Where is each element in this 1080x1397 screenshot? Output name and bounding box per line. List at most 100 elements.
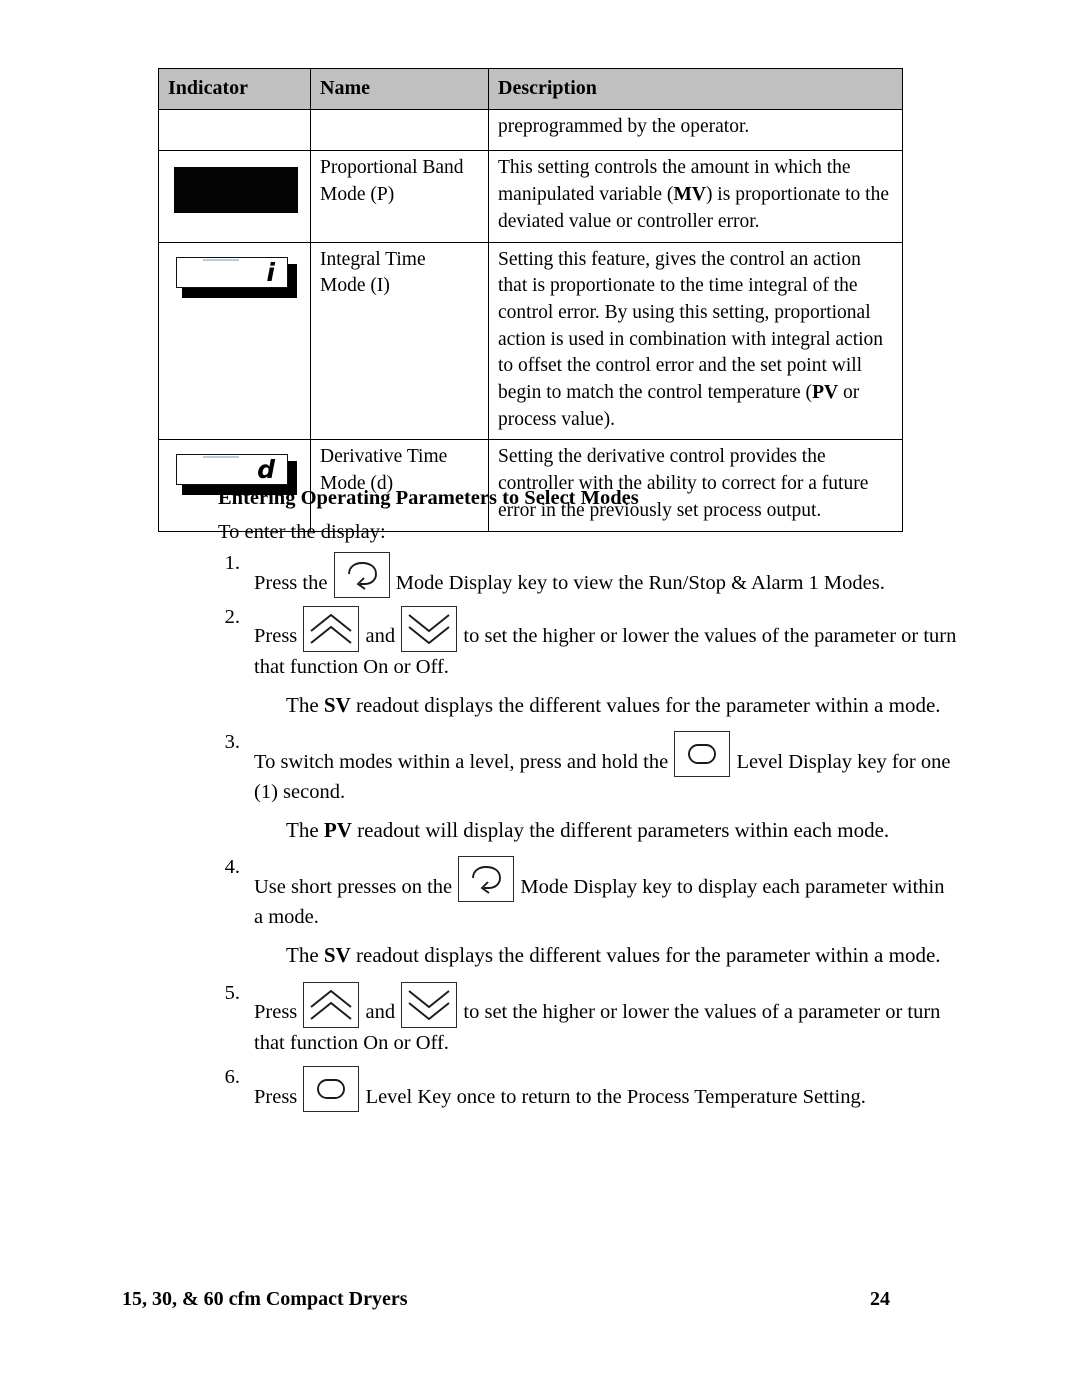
indicator-cell <box>158 150 311 243</box>
step-line-2: that function On or Off. <box>254 1031 449 1054</box>
up-arrow-key-icon[interactable] <box>303 606 360 652</box>
note-bold: SV <box>323 693 351 717</box>
parameter-indicator-table: Indicator Name Description preprogrammed… <box>158 67 903 532</box>
step-number: 5. <box>224 981 240 1004</box>
section-intro: To enter the display: <box>218 521 386 543</box>
list-item: 4. Use short presses on the Mode Display… <box>218 856 970 932</box>
document-page: Indicator Name Description preprogrammed… <box>0 0 1080 1397</box>
step-line: Press and to set the higher or lower the… <box>254 981 970 1028</box>
level-display-key-icon[interactable] <box>303 1065 360 1112</box>
column-header-indicator: Indicator <box>158 67 311 111</box>
step-body: Use short presses on the Mode Display ke… <box>254 856 970 932</box>
step-text-post: Level Key once to return to the Process … <box>365 1085 866 1108</box>
step-text-post: to set the higher or lower the values of… <box>463 625 957 647</box>
indicator-cell: i <box>158 241 311 441</box>
step-text-post: Mode Display key to view the Run/Stop & … <box>395 572 885 594</box>
sv-readout-note-2: The SV readout displays the different va… <box>286 943 970 968</box>
name-cell: Derivative Time Mode (d) <box>310 439 489 532</box>
description-text: This setting controls the amount in whic… <box>498 157 889 231</box>
step-line: Press and to set the higher or lower the… <box>254 606 970 652</box>
step-text-post: Mode Display key to display each paramet… <box>520 876 945 899</box>
note-suffix: readout displays the different values fo… <box>350 943 941 968</box>
led-glyph: d <box>257 455 275 485</box>
description-cell: This setting controls the amount in whic… <box>488 150 903 243</box>
step-text-pre: Use short presses on the <box>254 876 453 899</box>
name-cell: Integral Time Mode (I) <box>310 241 489 441</box>
step-text-pre: Press <box>254 1085 298 1108</box>
name-line-2: Mode (P) <box>320 184 395 206</box>
led-artifact <box>203 258 239 261</box>
note-prefix: The <box>286 818 324 843</box>
sv-readout-note: The SV readout displays the different va… <box>286 693 970 718</box>
step-text-pre: Press the <box>254 572 328 594</box>
emphasis-text: MV <box>673 184 706 206</box>
name-cell <box>310 109 489 152</box>
name-cell: Proportional Band Mode (P) <box>310 150 489 243</box>
led-face: d <box>176 454 288 486</box>
table-row: i Integral Time Mode (I) Setting this fe… <box>158 241 903 441</box>
step-body: Press and to set the higher or lower the… <box>254 606 970 682</box>
list-item: 1. Press the Mode Display key to view th… <box>218 552 970 598</box>
led-indicator-blank-icon <box>174 167 298 214</box>
footer-page-number: 24 <box>870 1288 890 1310</box>
led-indicator-i-icon: i <box>176 256 297 298</box>
step-number: 6. <box>224 1065 240 1088</box>
up-arrow-key-icon[interactable] <box>303 981 360 1028</box>
note-suffix: readout will display the different param… <box>351 818 890 843</box>
step-line: To switch modes within a level, press an… <box>254 731 970 778</box>
table-row: Proportional Band Mode (P) This setting … <box>158 150 903 243</box>
emphasis-text: PV <box>812 382 839 404</box>
name-line-1: Integral Time <box>320 248 426 270</box>
note-suffix: readout displays the different values fo… <box>350 693 941 717</box>
step-body: Press the Mode Display key to view the R… <box>254 552 970 598</box>
step-number: 3. <box>224 731 240 754</box>
led-indicator-d-icon: d <box>176 454 297 496</box>
step-text-pre: Press <box>254 625 298 647</box>
step-text-pre: Press <box>254 1000 298 1023</box>
note-bold: PV <box>323 818 352 843</box>
description-cell: preprogrammed by the operator. <box>488 109 903 152</box>
note-bold: SV <box>323 943 351 968</box>
name-line-2: Mode (I) <box>320 275 390 297</box>
column-header-description: Description <box>488 67 903 111</box>
table-header-row: Indicator Name Description <box>158 67 903 111</box>
mode-display-key-icon[interactable] <box>458 856 515 903</box>
step-text-mid: and <box>365 1000 396 1023</box>
name-line-1: Derivative Time <box>320 446 448 468</box>
step-body: Press Level Key once to return to the Pr… <box>254 1065 970 1112</box>
step-number: 2. <box>224 606 240 628</box>
list-item: 6. Press Level Key once to return to the… <box>218 1065 970 1112</box>
mode-display-key-icon[interactable] <box>333 552 390 598</box>
indicator-cell: d <box>158 439 311 532</box>
body-text: Setting this feature, gives the control … <box>498 248 884 404</box>
step-number: 4. <box>224 856 240 879</box>
step-line-2: a mode. <box>254 906 319 929</box>
list-item: 5. Press and to set the higher or lower … <box>218 981 970 1058</box>
led-face: i <box>176 256 288 288</box>
step-body: Press and to set the higher or lower the… <box>254 981 970 1058</box>
step-text-mid: and <box>365 625 396 647</box>
step-text-post: to set the higher or lower the values of… <box>463 1000 941 1023</box>
note-prefix: The <box>286 693 324 717</box>
step-text-post: Level Display key for one <box>736 751 951 774</box>
description-cell: Setting this feature, gives the control … <box>488 241 903 441</box>
led-glyph: i <box>266 257 275 287</box>
level-display-key-icon[interactable] <box>674 731 731 778</box>
step-line-2: that function On or Off. <box>254 656 449 678</box>
instruction-steps: 1. Press the Mode Display key to view th… <box>218 552 970 1114</box>
list-item: 2. Press and to set the higher or lower … <box>218 606 970 682</box>
indicator-cell <box>158 109 311 152</box>
description-text: Setting this feature, gives the control … <box>498 249 883 430</box>
list-item: 3. To switch modes within a level, press… <box>218 731 970 807</box>
step-line: Use short presses on the Mode Display ke… <box>254 856 970 903</box>
footer-title: 15, 30, & 60 cfm Compact Dryers <box>122 1288 408 1310</box>
down-arrow-key-icon[interactable] <box>401 981 458 1028</box>
down-arrow-key-icon[interactable] <box>401 606 458 652</box>
table-row: d Derivative Time Mode (d) Setting the d… <box>158 439 903 532</box>
led-artifact <box>203 456 239 459</box>
pv-readout-note: The PV readout will display the differen… <box>286 818 970 843</box>
section-heading: Entering Operating Parameters to Select … <box>218 487 639 509</box>
step-body: To switch modes within a level, press an… <box>254 731 970 807</box>
column-header-name: Name <box>310 67 489 111</box>
step-line-2: (1) second. <box>254 781 346 804</box>
